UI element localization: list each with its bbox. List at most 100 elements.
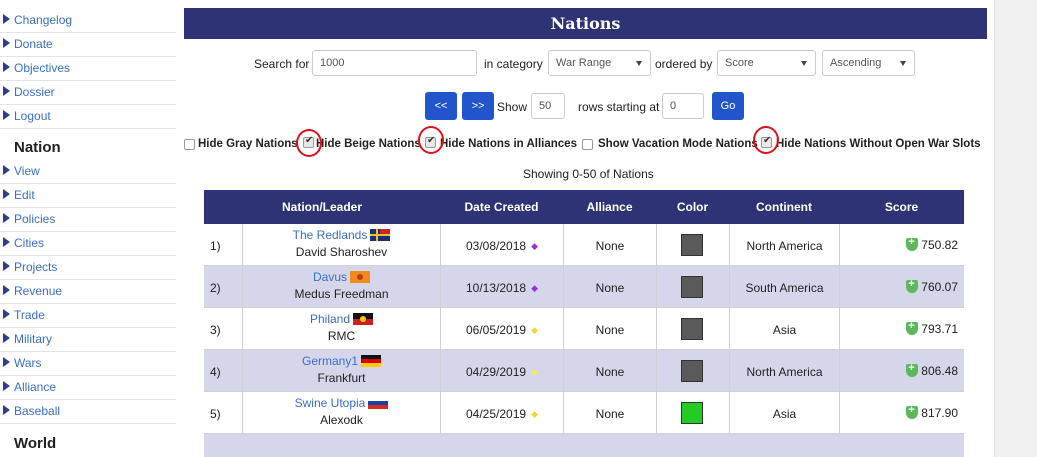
row-number-cell: 3) xyxy=(204,308,242,350)
option-hide-gray-label: Hide Gray Nations xyxy=(198,138,298,150)
row-number: 3) xyxy=(210,323,221,337)
sidebar-item-label: Policies xyxy=(14,212,56,226)
sidebar-item-wars[interactable]: Wars xyxy=(0,352,176,376)
continent-name: North America xyxy=(746,239,823,253)
caret-right-icon xyxy=(3,381,10,391)
sidebar-item-logout[interactable]: Logout xyxy=(0,105,176,129)
sidebar-item-policies[interactable]: Policies xyxy=(0,208,176,232)
go-button[interactable]: Go xyxy=(712,92,744,120)
category-select[interactable]: War Range xyxy=(548,50,651,76)
continent-name: South America xyxy=(745,281,824,295)
color-cell xyxy=(656,392,729,434)
continent-cell: North America xyxy=(729,224,839,266)
sidebar-item-dossier[interactable]: Dossier xyxy=(0,81,176,105)
column-header[interactable]: Date Created xyxy=(440,190,563,224)
table-header: Nation/Leader Date Created Alliance Colo… xyxy=(204,190,964,224)
nation-link[interactable]: Davus xyxy=(313,270,347,284)
leader-name: Frankfurt xyxy=(317,371,366,385)
prev-page-button[interactable]: << xyxy=(425,92,457,120)
date-created: 06/05/2019 xyxy=(466,323,527,337)
row-number-cell: 2) xyxy=(204,266,242,308)
alliance-cell: None xyxy=(563,392,656,434)
nation-link[interactable]: Germany1 xyxy=(302,354,358,368)
sidebar-item-donate[interactable]: Donate xyxy=(0,33,176,57)
rows-input[interactable]: 50 xyxy=(531,93,565,119)
sidebar-item-baseball[interactable]: Baseball xyxy=(0,400,176,424)
diamond-icon: ◆ xyxy=(531,283,538,293)
sidebar-item-revenue[interactable]: Revenue xyxy=(0,280,176,304)
checkbox-show-vacation[interactable] xyxy=(582,139,593,150)
alliance-cell: None xyxy=(563,308,656,350)
score-value: 817.90 xyxy=(921,406,958,420)
nation-cell: Davus Medus Freedman xyxy=(242,266,440,308)
continent-cell: Asia xyxy=(729,308,839,350)
sidebar-item-label: Alliance xyxy=(14,380,57,394)
color-swatch xyxy=(681,402,703,424)
sidebar-item-projects[interactable]: Projects xyxy=(0,256,176,280)
column-header[interactable]: Nation/Leader xyxy=(204,190,440,224)
caret-right-icon xyxy=(3,285,10,295)
sidebar-item-alliance[interactable]: Alliance xyxy=(0,376,176,400)
nation-cell: Germany1 Frankfurt xyxy=(242,350,440,392)
caret-right-icon xyxy=(3,165,10,175)
table-row xyxy=(204,434,964,457)
direction-value: Ascending xyxy=(830,57,882,69)
caret-right-icon xyxy=(3,237,10,247)
sidebar-item-changelog[interactable]: Changelog xyxy=(0,9,176,33)
checkbox-hide-alliances[interactable] xyxy=(425,135,436,148)
next-page-button[interactable]: >> xyxy=(462,92,494,120)
column-header[interactable]: Alliance xyxy=(563,190,656,224)
sidebar-item-label: Logout xyxy=(14,109,51,123)
sidebar-item-label: Cities xyxy=(14,236,45,250)
score-value: 750.82 xyxy=(921,238,958,252)
column-header[interactable]: Continent xyxy=(729,190,839,224)
nation-link[interactable]: Swine Utopia xyxy=(295,396,366,410)
sidebar-item-label: Wars xyxy=(14,356,42,370)
score-value: 793.71 xyxy=(921,322,958,336)
caret-right-icon xyxy=(3,213,10,223)
start-input[interactable]: 0 xyxy=(662,93,704,119)
diamond-icon: ◆ xyxy=(531,409,538,419)
sidebar-item-objectives[interactable]: Objectives xyxy=(0,57,176,81)
sidebar-heading-world: World xyxy=(14,435,57,452)
alliance-name: None xyxy=(595,323,625,337)
alliance-name: None xyxy=(595,407,625,421)
page-title: Nations xyxy=(184,8,987,39)
sidebar-item-trade[interactable]: Trade xyxy=(0,304,176,328)
order-by-select[interactable]: Score xyxy=(717,50,816,76)
sidebar-item-military[interactable]: Military xyxy=(0,328,176,352)
alliance-name: None xyxy=(595,239,625,253)
table-row: 1) The Redlands David Sharoshev 03/08/20… xyxy=(204,224,964,266)
sidebar-item-view[interactable]: View xyxy=(0,160,176,184)
sidebar-item-edit[interactable]: Edit xyxy=(0,184,176,208)
shield-plus-icon xyxy=(906,404,919,419)
nation-link[interactable]: Philand xyxy=(310,312,350,326)
leader-name: RMC xyxy=(327,329,356,343)
date-cell: 04/29/2019 ◆ xyxy=(440,350,563,392)
leader-name: Alexodk xyxy=(320,413,363,427)
search-input[interactable]: 1000 xyxy=(312,50,477,76)
sidebar-item-cities[interactable]: Cities xyxy=(0,232,176,256)
chevron-down-icon xyxy=(801,61,807,66)
flag-icon xyxy=(368,397,389,409)
sidebar-item-label: Revenue xyxy=(14,284,63,298)
table-row: 2) Davus Medus Freedman 10/13/2018 ◆ None… xyxy=(204,266,964,308)
nation-link[interactable]: The Redlands xyxy=(293,228,368,242)
row-number: 5) xyxy=(210,407,221,421)
column-header[interactable]: Color xyxy=(656,190,729,224)
sidebar-item-label: Dossier xyxy=(14,85,55,99)
row-number-cell: 1) xyxy=(204,224,242,266)
option-hide-alliances-label: Hide Nations in Alliances xyxy=(440,138,577,150)
option-hide-beige-label: Hide Beige Nations xyxy=(316,138,421,150)
checkbox-hide-gray[interactable] xyxy=(184,139,195,150)
score-cell: 760.07 xyxy=(839,266,964,308)
checkbox-hide-no-war-slots[interactable] xyxy=(761,135,772,148)
table-row: 5) Swine Utopia Alexodk 04/25/2019 ◆ None… xyxy=(204,392,964,434)
shield-plus-icon xyxy=(906,236,919,251)
direction-select[interactable]: Ascending xyxy=(822,50,915,76)
sidebar-item-label: Baseball xyxy=(14,404,61,418)
search-label: Search for xyxy=(254,57,310,71)
column-header[interactable]: Score xyxy=(839,190,964,224)
alliance-cell: None xyxy=(563,266,656,308)
checkbox-hide-beige[interactable] xyxy=(303,135,314,148)
